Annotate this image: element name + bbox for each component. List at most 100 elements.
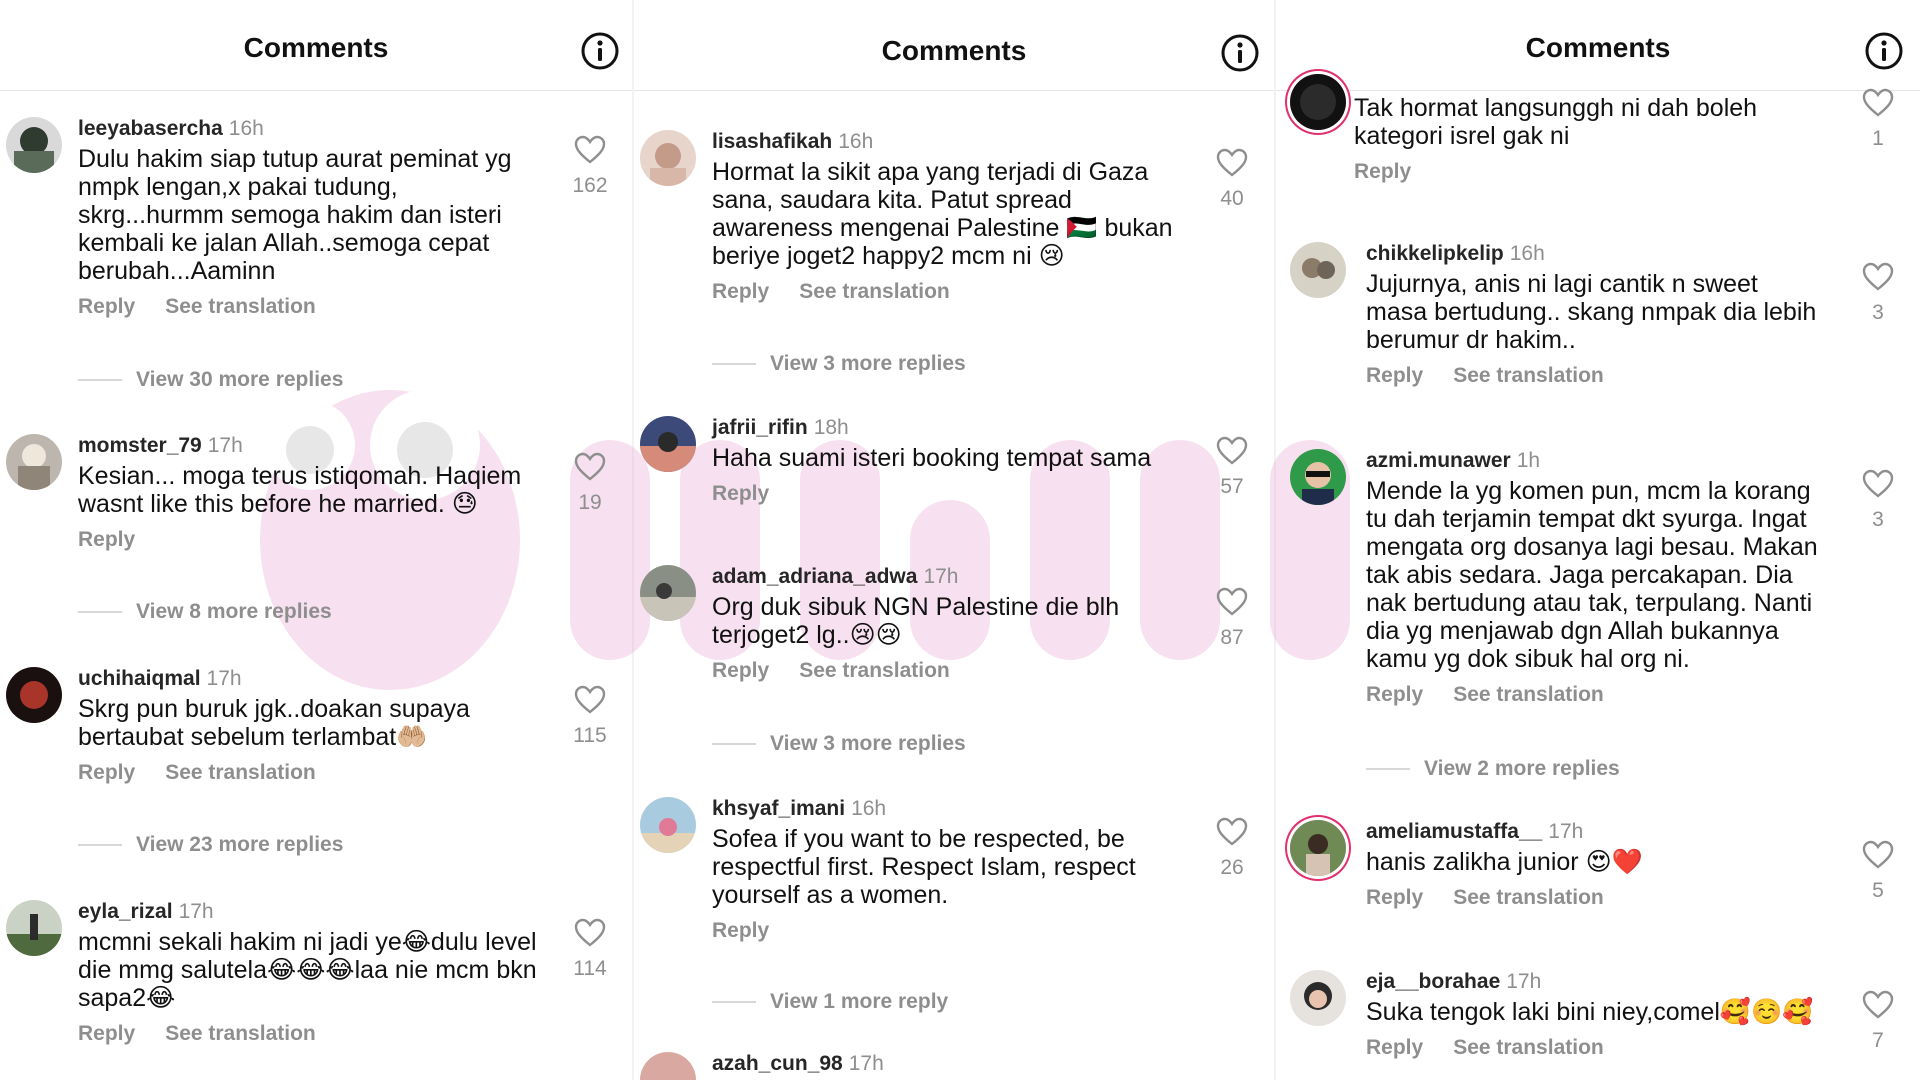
- avatar[interactable]: [6, 434, 62, 490]
- heart-outline-icon[interactable]: [1862, 990, 1894, 1020]
- username[interactable]: khsyaf_imani: [712, 797, 845, 820]
- info-icon[interactable]: [580, 31, 620, 71]
- reply-button[interactable]: Reply: [78, 528, 135, 551]
- heart-outline-icon[interactable]: [574, 452, 606, 482]
- avatar[interactable]: [640, 130, 696, 186]
- heart-outline-icon[interactable]: [1216, 436, 1248, 466]
- username[interactable]: uchihaiqmal: [78, 667, 201, 690]
- see-translation-button[interactable]: See translation: [165, 1022, 316, 1045]
- comments-header: Comments: [1276, 0, 1920, 91]
- info-icon[interactable]: [1220, 33, 1260, 73]
- see-translation-button[interactable]: See translation: [799, 280, 950, 303]
- heart-outline-icon[interactable]: [574, 135, 606, 165]
- username[interactable]: eyla_rizal: [78, 900, 173, 923]
- username[interactable]: ameliamustaffa__: [1366, 820, 1542, 843]
- comment-text: hanis zalikha junior 😍❤️: [1366, 848, 1643, 876]
- avatar[interactable]: [640, 416, 696, 472]
- see-translation-button[interactable]: See translation: [1453, 364, 1604, 387]
- reply-button[interactable]: Reply: [712, 919, 769, 942]
- username[interactable]: jafrii_rifin: [712, 416, 808, 439]
- page-title: Comments: [1525, 32, 1671, 63]
- see-translation-button[interactable]: See translation: [165, 295, 316, 318]
- username[interactable]: azah_cun_98: [712, 1052, 843, 1075]
- username[interactable]: eja__borahae: [1366, 970, 1500, 993]
- comments-panel-2: Comments lisashafikah 16h Hormat la sikit…: [634, 0, 1274, 1080]
- like-count: 40: [1220, 187, 1244, 210]
- comment-text: Haha suami isteri booking tempat sama: [712, 444, 1152, 472]
- reply-button[interactable]: Reply: [1366, 1036, 1423, 1059]
- avatar[interactable]: [1290, 970, 1346, 1026]
- reply-button[interactable]: Reply: [1366, 886, 1423, 909]
- avatar[interactable]: [6, 667, 62, 723]
- view-more-replies[interactable]: View 3 more replies: [712, 352, 966, 376]
- page-title: Comments: [243, 32, 389, 63]
- view-more-replies[interactable]: View 1 more reply: [712, 990, 948, 1014]
- see-translation-button[interactable]: See translation: [1453, 683, 1604, 706]
- reply-button[interactable]: Reply: [712, 659, 769, 682]
- comment-text: Skrg pun buruk jgk..doakan supaya bertau…: [78, 695, 477, 751]
- avatar[interactable]: [640, 565, 696, 621]
- username[interactable]: adam_adriana_adwa: [712, 565, 917, 588]
- timestamp: 17h: [923, 565, 959, 588]
- avatar[interactable]: [6, 117, 62, 173]
- view-more-replies[interactable]: View 3 more replies: [712, 732, 966, 756]
- avatar[interactable]: [1290, 74, 1346, 130]
- view-more-replies[interactable]: View 2 more replies: [1366, 757, 1620, 781]
- see-translation-button[interactable]: See translation: [1453, 886, 1604, 909]
- comment-text: mcmni sekali hakim ni jadi ye😂dulu level…: [78, 928, 544, 1012]
- reply-button[interactable]: Reply: [78, 761, 135, 784]
- like-count: 5: [1872, 879, 1884, 902]
- like-count: 7: [1872, 1029, 1884, 1052]
- heart-outline-icon[interactable]: [1862, 840, 1894, 870]
- avatar[interactable]: [1290, 820, 1346, 876]
- comments-header: Comments: [634, 0, 1274, 91]
- avatar[interactable]: [1290, 449, 1346, 505]
- comment-text: Mende la yg komen pun, mcm la korang tu …: [1366, 477, 1825, 673]
- reply-button[interactable]: Reply: [1366, 364, 1423, 387]
- heart-outline-icon[interactable]: [1216, 817, 1248, 847]
- avatar[interactable]: [640, 1052, 696, 1080]
- heart-outline-icon[interactable]: [1862, 469, 1894, 499]
- comment-text: Org duk sibuk NGN Palestine die blh terj…: [712, 593, 1127, 649]
- reply-button[interactable]: Reply: [78, 1022, 135, 1045]
- timestamp: 17h: [1548, 820, 1584, 843]
- reply-button[interactable]: Reply: [78, 295, 135, 318]
- timestamp: 17h: [206, 667, 242, 690]
- username[interactable]: leeyabasercha: [78, 117, 223, 140]
- comment-text: Sofea if you want to be respected, be re…: [712, 825, 1143, 909]
- timestamp: 17h: [207, 434, 243, 457]
- comment-text: Hormat la sikit apa yang terjadi di Gaza…: [712, 158, 1180, 270]
- like-count: 1: [1872, 127, 1884, 150]
- avatar[interactable]: [640, 797, 696, 853]
- username[interactable]: momster_79: [78, 434, 202, 457]
- avatar[interactable]: [6, 900, 62, 956]
- heart-outline-icon[interactable]: [1216, 587, 1248, 617]
- timestamp: 16h: [838, 130, 874, 153]
- username[interactable]: azmi.munawer: [1366, 449, 1511, 472]
- view-more-replies[interactable]: View 30 more replies: [78, 368, 343, 392]
- see-translation-button[interactable]: See translation: [1453, 1036, 1604, 1059]
- heart-outline-icon[interactable]: [1862, 262, 1894, 292]
- info-icon[interactable]: [1864, 31, 1904, 71]
- view-more-replies[interactable]: View 8 more replies: [78, 600, 332, 624]
- comment-text: Suka tengok laki bini niey,comel🥰☺️🥰: [1366, 998, 1814, 1026]
- comment-text: Tak hormat langsunggh ni dah boleh kateg…: [1354, 94, 1765, 150]
- like-count: 87: [1220, 626, 1244, 649]
- avatar[interactable]: [1290, 242, 1346, 298]
- reply-button[interactable]: Reply: [712, 482, 769, 505]
- heart-outline-icon[interactable]: [1216, 148, 1248, 178]
- reply-button[interactable]: Reply: [1354, 160, 1411, 183]
- reply-button[interactable]: Reply: [1366, 683, 1423, 706]
- view-more-replies[interactable]: View 23 more replies: [78, 833, 343, 857]
- comments-header: Comments: [0, 0, 632, 91]
- username[interactable]: chikkelipkelip: [1366, 242, 1504, 265]
- heart-outline-icon[interactable]: [574, 685, 606, 715]
- see-translation-button[interactable]: See translation: [799, 659, 950, 682]
- heart-outline-icon[interactable]: [574, 918, 606, 948]
- reply-button[interactable]: Reply: [712, 280, 769, 303]
- see-translation-button[interactable]: See translation: [165, 761, 316, 784]
- heart-outline-icon[interactable]: [1862, 88, 1894, 118]
- like-count: 114: [573, 957, 607, 980]
- username[interactable]: lisashafikah: [712, 130, 832, 153]
- timestamp: 17h: [178, 900, 214, 923]
